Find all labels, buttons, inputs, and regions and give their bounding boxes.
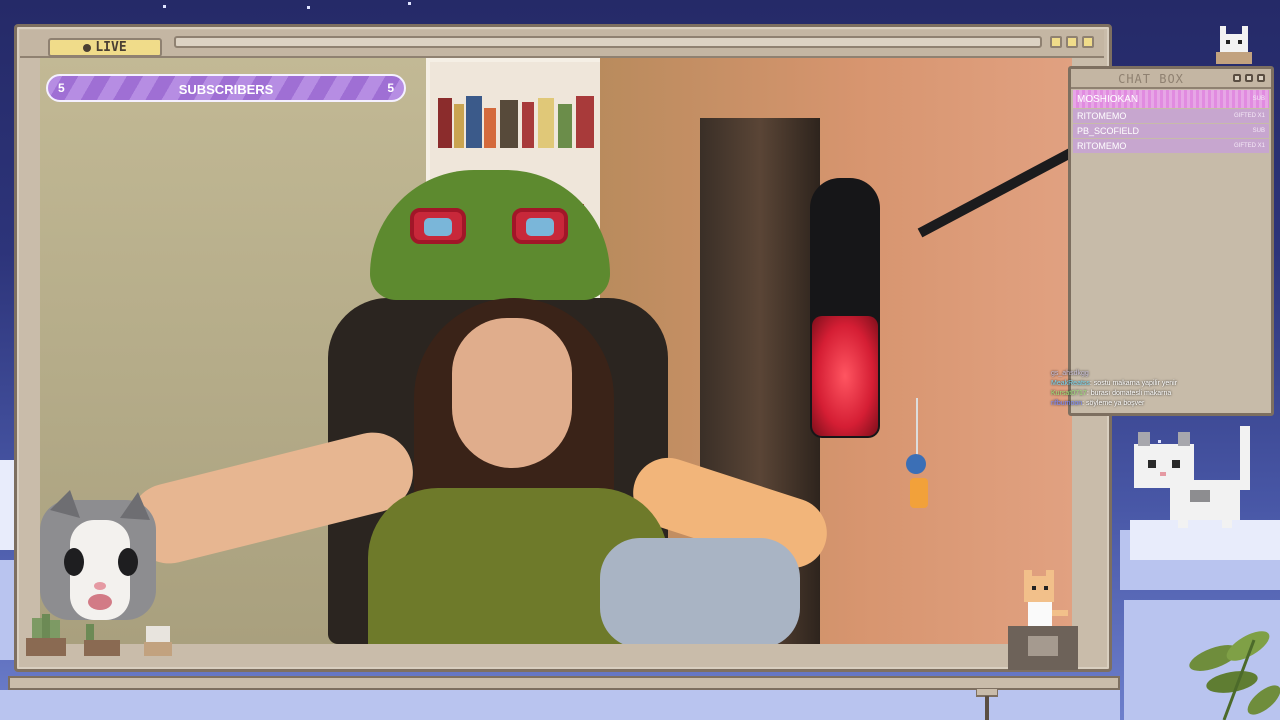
subscriber-goal-bar: 5 SUBSCRIBERS 5 xyxy=(46,74,406,102)
alert-tag: SUB xyxy=(1252,128,1265,134)
keychain-icon xyxy=(906,398,928,508)
pixel-cat-icon xyxy=(1134,426,1250,528)
chat-text: burası domatesli makarna xyxy=(1090,390,1172,397)
cloud xyxy=(0,560,14,660)
alert-user: RITOMEMO xyxy=(1077,141,1127,151)
window-control-icon xyxy=(1245,74,1253,82)
alert-user: PB_SCOFIELD xyxy=(1077,126,1140,136)
alert-row: MOSHIOKAN SUB xyxy=(1073,90,1269,108)
live-badge: LIVE xyxy=(48,38,162,57)
chat-text: söyleme ya boşver xyxy=(1086,400,1145,407)
chat-username: Kursat0717 xyxy=(1051,390,1087,397)
goggle-right xyxy=(512,208,568,244)
chat-box-header: CHAT BOX xyxy=(1071,69,1271,89)
alert-user: RITOMEMO xyxy=(1077,111,1127,121)
window-control-icon xyxy=(1082,36,1094,48)
monitor-stand-icon xyxy=(976,688,998,720)
streamer-face xyxy=(452,318,572,468)
chat-messages: gs_ahsdkgg MeakReatss: sostu makarna yap… xyxy=(1051,369,1251,409)
pixel-cat-icon xyxy=(1008,570,1078,670)
frame-title-bar xyxy=(174,36,1042,48)
subscriber-label: SUBSCRIBERS xyxy=(178,82,274,97)
alert-user: MOSHIOKAN xyxy=(1077,93,1139,105)
webcam-view xyxy=(40,58,1072,644)
microphone-led xyxy=(812,316,878,436)
pillow xyxy=(600,538,800,644)
chat-message: MeakReatss: sostu makarna yapilir yenir xyxy=(1051,380,1178,387)
star-icon xyxy=(163,5,166,8)
star-icon xyxy=(307,6,310,9)
alert-tag: SUB xyxy=(1252,96,1265,102)
chat-username: gs_ahsdkgg xyxy=(1051,370,1089,377)
plant-pots-icon xyxy=(26,614,172,656)
chat-text: sostu makarna yapilir yenir xyxy=(1093,380,1178,387)
star-icon xyxy=(408,2,411,5)
chat-message: Kursat0717: burası domatesli makarna xyxy=(1051,390,1172,397)
live-dot-icon xyxy=(83,43,92,52)
chat-box-title: CHAT BOX xyxy=(1118,72,1184,86)
chat-message: rifbumoon: söyleme ya boşver xyxy=(1051,400,1145,407)
alert-row: RITOMEMO GIFTED X1 xyxy=(1073,139,1269,153)
window-control-icon xyxy=(1233,74,1241,82)
plant-icon xyxy=(1189,631,1280,720)
goggle-left xyxy=(410,208,466,244)
kitten-icon xyxy=(40,490,156,620)
alert-row: PB_SCOFIELD SUB xyxy=(1073,124,1269,138)
pixel-cat-icon xyxy=(1216,26,1252,64)
window-control-icon xyxy=(1257,74,1265,82)
cloud xyxy=(0,690,1120,720)
alert-tag: GIFTED X1 xyxy=(1233,143,1265,149)
alert-tag: GIFTED X1 xyxy=(1233,113,1265,119)
frame-base xyxy=(8,676,1120,690)
window-control-icon xyxy=(1066,36,1078,48)
chat-box: CHAT BOX MOSHIOKAN SUB RITOMEMO GIFTED X… xyxy=(1051,66,1274,416)
chat-username: rifbumoon xyxy=(1051,400,1083,407)
window-controls xyxy=(1050,36,1094,48)
window-control-icon xyxy=(1050,36,1062,48)
live-label: LIVE xyxy=(95,40,127,55)
chat-username: MeakReatss xyxy=(1051,380,1090,387)
alert-row: RITOMEMO GIFTED X1 xyxy=(1073,109,1269,123)
chat-message: gs_ahsdkgg xyxy=(1051,369,1251,379)
